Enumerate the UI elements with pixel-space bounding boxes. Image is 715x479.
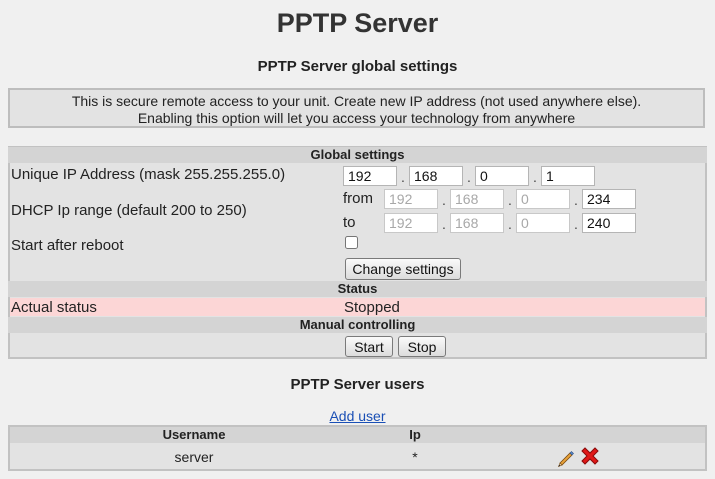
ip-dot: . — [574, 216, 578, 232]
ip-dot: . — [508, 216, 512, 232]
change-settings-button[interactable]: Change settings — [345, 258, 461, 280]
dhcp-from-octet-3 — [516, 189, 570, 209]
ip-dot: . — [533, 169, 537, 185]
unique-ip-octet-4[interactable] — [541, 166, 595, 186]
dhcp-from-octet-1 — [384, 189, 438, 209]
users-table-header — [10, 427, 705, 443]
add-user-container: Add user — [0, 408, 715, 424]
start-button[interactable]: Start — [345, 336, 393, 357]
users-title: PPTP Server users — [290, 376, 425, 393]
ip-dot: . — [401, 169, 405, 185]
edit-pencil-icon[interactable] — [556, 448, 576, 468]
ip-dot: . — [574, 192, 578, 208]
page-title: PPTP Server — [276, 8, 439, 38]
unique-ip-octet-3[interactable] — [475, 166, 529, 186]
unique-ip-octet-2[interactable] — [409, 166, 463, 186]
info-line-2: Enabling this option will let you access… — [137, 110, 576, 126]
ip-dot: . — [508, 192, 512, 208]
manual-controlling-header: Manual controlling — [8, 317, 707, 333]
unique-ip-octet-1[interactable] — [343, 166, 397, 186]
column-header-username: Username — [162, 427, 226, 442]
start-after-reboot-checkbox[interactable] — [345, 236, 358, 249]
status-value: Stopped — [344, 299, 400, 316]
table-row-ip: * — [412, 449, 418, 465]
dhcp-from-octet-4[interactable] — [582, 189, 636, 209]
dhcp-from-octet-2 — [450, 189, 504, 209]
ip-dot: . — [467, 169, 471, 185]
column-header-ip: Ip — [409, 427, 421, 442]
ip-dot: . — [442, 192, 446, 208]
dhcp-to-label: to — [343, 214, 356, 231]
dhcp-to-octet-2 — [450, 213, 504, 233]
section-subtitle: PPTP Server global settings — [257, 58, 458, 75]
ip-dot: . — [442, 216, 446, 232]
info-box: This is secure remote access to your uni… — [8, 88, 705, 128]
dhcp-range-label: DHCP Ip range (default 200 to 250) — [11, 202, 247, 219]
dhcp-to-octet-4[interactable] — [582, 213, 636, 233]
add-user-link[interactable]: Add user — [329, 408, 385, 424]
unique-ip-label: Unique IP Address (mask 255.255.255.0) — [11, 166, 286, 183]
stop-button[interactable]: Stop — [398, 336, 446, 357]
dhcp-to-octet-1 — [384, 213, 438, 233]
dhcp-to-octet-3 — [516, 213, 570, 233]
info-line-1: This is secure remote access to your uni… — [71, 93, 642, 109]
status-header: Status — [8, 281, 707, 297]
dhcp-from-label: from — [343, 190, 373, 207]
start-after-reboot-label: Start after reboot — [11, 237, 124, 254]
delete-x-icon[interactable] — [578, 444, 602, 468]
table-row-username: server — [174, 449, 214, 465]
global-settings-header: Global settings — [8, 147, 707, 163]
actual-status-label: Actual status — [11, 299, 97, 316]
